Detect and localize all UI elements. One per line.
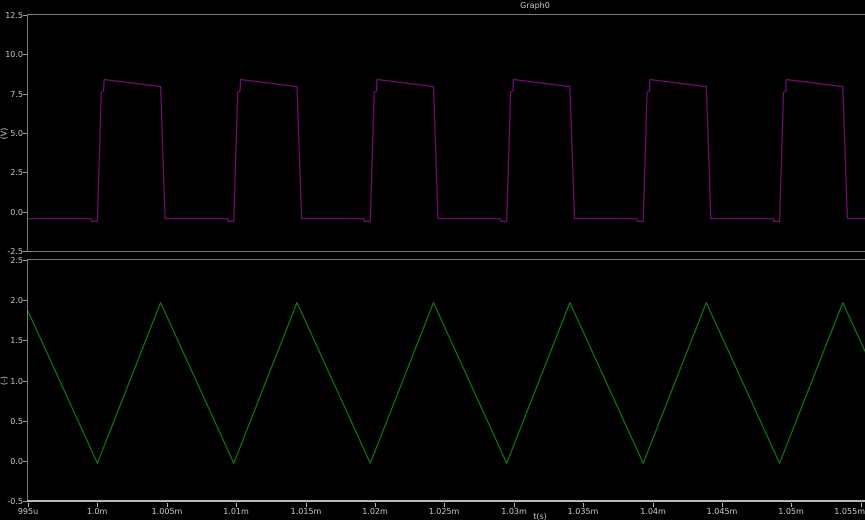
x-tick-label: 1.0m	[75, 507, 119, 516]
y-tick-label: 1.0	[0, 377, 23, 386]
y-tick-mark	[23, 340, 27, 341]
y-tick-mark	[23, 133, 27, 134]
square-wave-output-trace[interactable]	[28, 80, 865, 222]
y-tick-label: 10.0	[0, 50, 23, 59]
top-plot-area	[28, 15, 865, 251]
x-tick-label: 1.045m	[700, 507, 744, 516]
x-tick-label: 1.005m	[145, 507, 189, 516]
y-tick-mark	[23, 172, 27, 173]
y-tick-mark	[23, 15, 27, 16]
x-tick-label: 1.04m	[631, 507, 675, 516]
y-tick-label: -2.5	[0, 247, 23, 256]
x-tick-label: 1.025m	[422, 507, 466, 516]
y-tick-mark	[23, 421, 27, 422]
y-tick-mark	[23, 94, 27, 95]
y-tick-label: 0.0	[0, 457, 23, 466]
graph-window: Graph0 (V) (-) 12.510.07.55.02.50.0-2.5 …	[0, 0, 865, 520]
graph-title: Graph0	[505, 1, 565, 10]
x-tick-label: 1.01m	[214, 507, 258, 516]
bottom-plot-area	[28, 260, 865, 501]
y-tick-label: 0.0	[0, 208, 23, 217]
x-tick-label: 1.015m	[284, 507, 328, 516]
y-tick-label: -0.5	[0, 497, 23, 506]
y-tick-mark	[23, 300, 27, 301]
y-tick-mark	[23, 501, 27, 502]
y-tick-label: 12.5	[0, 11, 23, 20]
y-tick-label: 1.5	[0, 336, 23, 345]
y-tick-mark	[23, 54, 27, 55]
y-tick-label: 2.5	[0, 256, 23, 265]
x-tick-label: 1.055m	[821, 507, 865, 516]
x-tick-label: 1.035m	[561, 507, 605, 516]
top-panel-bottom-border	[27, 251, 865, 252]
y-tick-label: 5.0	[0, 129, 23, 138]
triangle-wave-trace[interactable]	[28, 303, 865, 464]
y-tick-mark	[23, 212, 27, 213]
x-tick-label: 995u	[6, 507, 50, 516]
y-tick-label: 0.5	[0, 417, 23, 426]
y-tick-label: 2.0	[0, 296, 23, 305]
y-tick-label: 2.5	[0, 168, 23, 177]
x-axis-unit-label: t(s)	[520, 512, 560, 520]
y-tick-mark	[23, 461, 27, 462]
y-tick-label: 7.5	[0, 90, 23, 99]
x-tick-label: 1.05m	[769, 507, 813, 516]
y-tick-mark	[23, 381, 27, 382]
y-tick-mark	[23, 251, 27, 252]
x-tick-label: 1.02m	[353, 507, 397, 516]
y-tick-mark	[23, 260, 27, 261]
